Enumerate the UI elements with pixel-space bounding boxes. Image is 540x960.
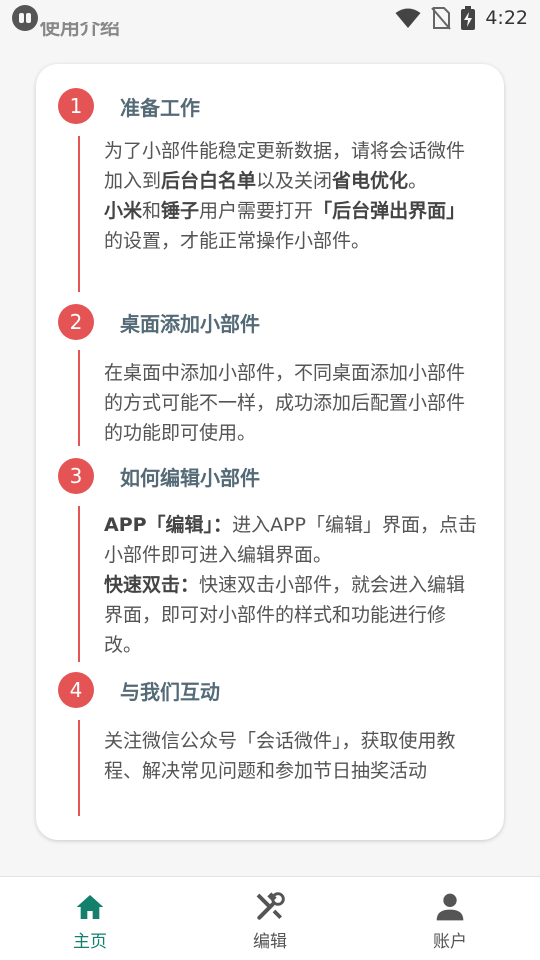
home-icon (76, 895, 104, 919)
step-3-header: 3 如何编辑小部件 (58, 458, 260, 494)
battery-charging-icon (461, 6, 476, 30)
bold-text: 省电优化 (332, 170, 409, 192)
bold-text: 锤子 (161, 200, 200, 222)
step-title: 如何编辑小部件 (120, 465, 260, 490)
nav-home[interactable]: 主页 (0, 877, 180, 960)
step-number: 3 (58, 458, 94, 494)
step-1-header: 1 准备工作 (58, 88, 200, 124)
body-text: 的设置，才能正常操作小部件。 (104, 230, 371, 252)
body-text: 。 (408, 170, 428, 192)
page-title: 使用介绍 (40, 22, 120, 39)
status-indicators: 4:22 (395, 0, 528, 36)
bold-text: APP「编辑」： (104, 514, 233, 536)
step-4-body: 关注微信公众号「会话微件」，获取使用教程、解决常见问题和参加节日抽奖活动 (78, 720, 478, 816)
nav-edit[interactable]: 编辑 (180, 877, 360, 960)
step-1-body: 为了小部件能稳定更新数据，请将会话微件加入到后台白名单以及关闭省电优化。 小米和… (78, 136, 478, 292)
step-title: 与我们互动 (120, 679, 220, 704)
body-text: 以及关闭 (256, 170, 333, 192)
step-4-header: 4 与我们互动 (58, 672, 220, 708)
bold-text: 小米 (104, 200, 143, 222)
step-number: 1 (58, 88, 94, 124)
body-text: 用户需要打开 (199, 200, 314, 222)
step-3-body: APP「编辑」：进入APP「编辑」界面，点击小部件即可进入编辑界面。 快速双击：快… (78, 506, 478, 662)
nav-label: 主页 (73, 932, 107, 952)
body-text: 关注微信公众号「会话微件」，获取使用教程、解决常见问题和参加节日抽奖活动 (104, 730, 456, 782)
bold-text: 后台白名单 (161, 170, 257, 192)
guide-card: 1 准备工作 为了小部件能稳定更新数据，请将会话微件加入到后台白名单以及关闭省电… (36, 64, 504, 840)
step-2-body: 在桌面中添加小部件，不同桌面添加小部件的方式可能不一样，成功添加后配置小部件的功… (78, 350, 478, 446)
body-text: 和 (142, 200, 162, 222)
no-sim-icon (431, 7, 452, 30)
body-text: 在桌面中添加小部件，不同桌面添加小部件的方式可能不一样，成功添加后配置小部件的功… (104, 362, 466, 444)
bottom-nav: 主页 编辑 账户 (0, 876, 540, 960)
step-number: 2 (58, 304, 94, 340)
step-title: 准备工作 (120, 95, 200, 120)
nav-label: 编辑 (253, 932, 287, 952)
tools-icon (256, 892, 285, 920)
status-time: 4:22 (485, 7, 528, 29)
bold-text: 快速双击： (104, 574, 200, 596)
app-notification-icon (12, 5, 38, 31)
step-number: 4 (58, 672, 94, 708)
person-icon (436, 893, 464, 921)
wifi-icon (395, 8, 421, 28)
bold-text: 「后台弹出界面」 (313, 200, 466, 222)
step-title: 桌面添加小部件 (120, 311, 260, 336)
nav-account[interactable]: 账户 (360, 877, 540, 960)
nav-label: 账户 (433, 932, 467, 952)
step-2-header: 2 桌面添加小部件 (58, 304, 260, 340)
